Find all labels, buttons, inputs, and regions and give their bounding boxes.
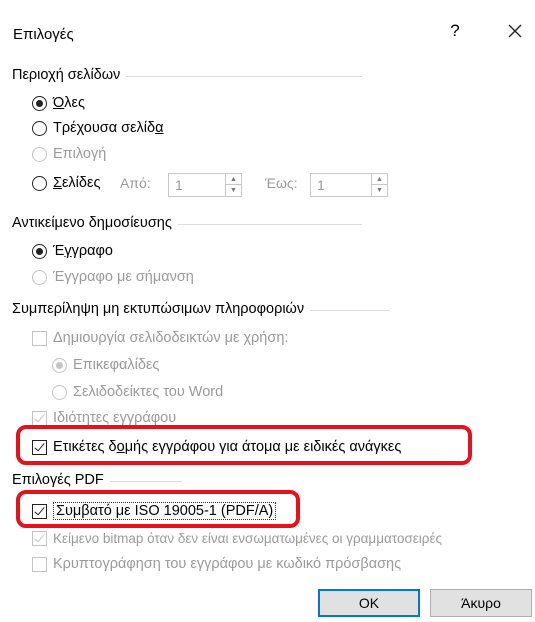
checkbox-icon: [32, 556, 47, 572]
checkbox-create-bookmarks: Δημιουργία σελιδοδεικτών με χρήση:: [32, 327, 288, 349]
radio-all-pages[interactable]: Όλες: [32, 92, 85, 114]
current-page-accel: α: [155, 120, 164, 136]
to-page-spinner[interactable]: 1 ▲ ▼: [310, 173, 388, 197]
radio-selected-icon: [32, 243, 47, 259]
radio-selection: Επιλογή: [32, 143, 106, 165]
checkmark-icon: [32, 530, 47, 546]
radio-selected-icon: [32, 95, 47, 111]
word-bookmarks-label: Σελιδοδείκτες του Word: [73, 384, 224, 400]
page-range-title: Περιοχή σελίδων: [12, 67, 127, 83]
radio-headings: Επικεφαλίδες: [52, 354, 159, 376]
checkbox-structure-tags[interactable]: Ετικέτες δομής εγγράφου για άτομα με ειδ…: [32, 436, 401, 458]
current-page-label-rest: Τρέχουσα σελίδ: [53, 120, 156, 136]
document-properties-label: Ιδιότητες εγγράφου: [53, 410, 177, 426]
document-label-start: Έ: [53, 243, 65, 259]
non-printing-title: Συμπερίληψη μη εκτυπώσιμων πληροφοριών: [12, 301, 311, 317]
help-button[interactable]: ?: [438, 14, 472, 48]
checkmark-icon: [32, 439, 47, 455]
spin-up-icon[interactable]: ▲: [226, 174, 241, 185]
radio-pages[interactable]: Σελίδες: [32, 172, 100, 194]
radio-current-page[interactable]: Τρέχουσα σελίδα: [32, 117, 164, 139]
checkmark-icon: [32, 503, 47, 519]
pages-label-rest: ελίδες: [61, 175, 101, 191]
document-label-rest: γραφο: [71, 243, 113, 259]
radio-icon: [32, 175, 47, 191]
selection-label: Επιλογή: [53, 146, 107, 162]
document-accel: γ: [64, 243, 72, 259]
radio-document[interactable]: Έγγραφο: [32, 240, 113, 262]
to-page-value: 1: [317, 177, 325, 193]
spin-down-icon[interactable]: ▼: [372, 185, 387, 196]
spin-up-icon[interactable]: ▲: [372, 174, 387, 185]
radio-icon: [32, 120, 47, 136]
checkmark-icon: [32, 410, 47, 426]
checkbox-encrypt: Κρυπτογράφηση του εγγράφου με κωδικό πρό…: [32, 553, 401, 575]
document-markup-label: Έγγραφο με σήμανση: [53, 269, 194, 285]
close-icon: [508, 24, 522, 38]
radio-word-bookmarks: Σελιδοδείκτες του Word: [52, 381, 223, 403]
publish-what-title: Αντικείμενο δημοσίευσης: [12, 215, 178, 231]
structure-tags-accel: ο: [116, 439, 125, 455]
create-bookmarks-label: Δημιουργία σελιδοδεικτών με χρήση:: [53, 330, 289, 346]
iso-compliant-label: Συμβατό με ISO 19005-1 (PDF/A): [53, 502, 277, 520]
from-page-spinner[interactable]: 1 ▲ ▼: [168, 173, 242, 197]
headings-label: Επικεφαλίδες: [73, 357, 160, 373]
cancel-button[interactable]: Άκυρο: [430, 589, 532, 617]
close-button[interactable]: [498, 14, 532, 48]
radio-icon: [32, 269, 47, 285]
checkbox-iso-compliant[interactable]: Συμβατό με ISO 19005-1 (PDF/A): [32, 500, 277, 522]
title-bar: Επιλογές ?: [0, 0, 535, 52]
structure-tags-label-start: Ετικέτες δ: [53, 439, 117, 455]
from-page-value: 1: [175, 177, 183, 193]
radio-icon: [32, 146, 47, 162]
radio-selected-icon: [52, 357, 67, 373]
ok-button[interactable]: OK: [318, 589, 420, 617]
spin-down-icon[interactable]: ▼: [226, 185, 241, 196]
checkbox-bitmap-text: Κείμενο bitmap όταν δεν είναι ενσωματωμέ…: [32, 527, 442, 549]
pdf-options-title: Επιλογές PDF: [12, 472, 110, 488]
bitmap-text-label: Κείμενο bitmap όταν δεν είναι ενσωματωμέ…: [53, 530, 443, 546]
checkbox-document-properties: Ιδιότητες εγγράφου: [32, 407, 176, 429]
dialog-title: Επιλογές: [13, 26, 74, 43]
from-label: Από:: [120, 175, 151, 191]
all-pages-accel: Ό: [53, 95, 65, 111]
pages-accel: Σ: [53, 175, 62, 191]
radio-icon: [52, 384, 67, 400]
radio-document-markup: Έγγραφο με σήμανση: [32, 266, 194, 288]
all-pages-label-rest: λες: [64, 95, 85, 111]
checkbox-icon: [32, 330, 47, 346]
structure-tags-label-rest: μής εγγράφου για άτομα με ειδικές ανάγκε…: [124, 439, 402, 455]
to-label: Έως:: [265, 175, 298, 191]
encrypt-label: Κρυπτογράφηση του εγγράφου με κωδικό πρό…: [53, 556, 402, 572]
